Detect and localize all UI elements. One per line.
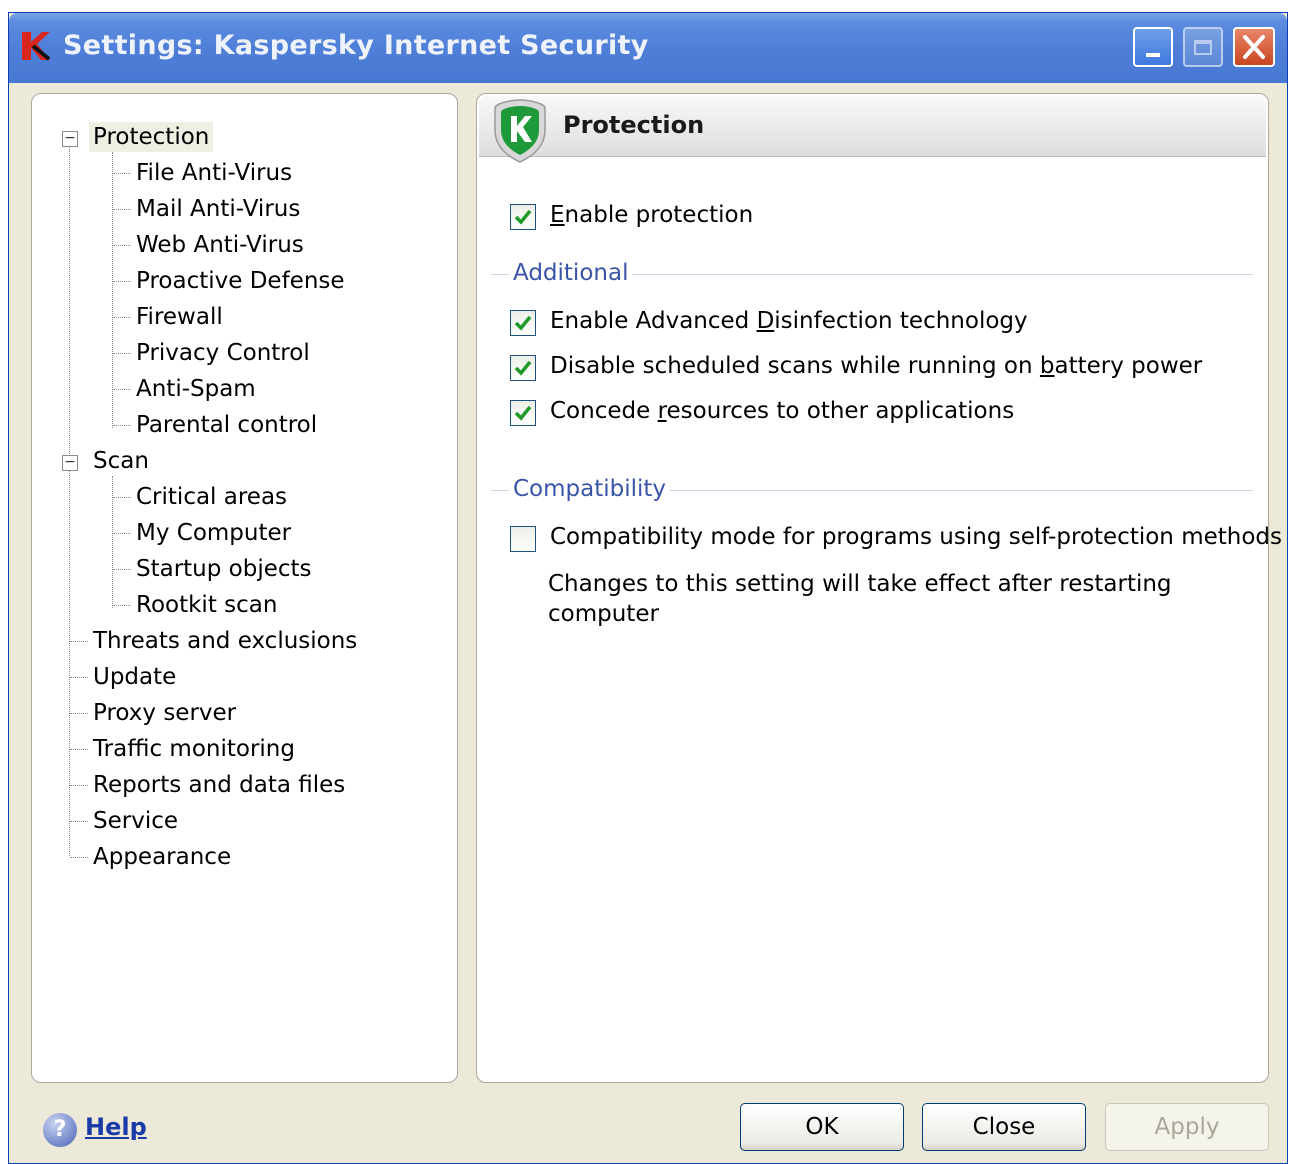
nav-item-anti-spam[interactable]: Anti-Spam bbox=[136, 374, 256, 404]
nav-item-traffic-monitoring[interactable]: Traffic monitoring bbox=[93, 734, 295, 764]
disable-scheduled-scans-checkbox[interactable] bbox=[510, 355, 536, 381]
maximize-button[interactable] bbox=[1183, 27, 1223, 67]
tree-connector bbox=[112, 476, 113, 608]
help-icon[interactable]: ? bbox=[43, 1113, 77, 1147]
check-icon bbox=[514, 315, 532, 331]
apply-button[interactable]: Apply bbox=[1105, 1103, 1269, 1151]
additional-group-label: Additional bbox=[509, 260, 633, 286]
settings-nav-panel: − − Protection File Anti-Virus Mail Anti… bbox=[31, 93, 458, 1083]
nav-item-proactive-defense[interactable]: Proactive Defense bbox=[136, 266, 345, 296]
collapse-protection-toggle[interactable]: − bbox=[62, 131, 78, 147]
nav-item-my-computer[interactable]: My Computer bbox=[136, 518, 291, 548]
advanced-disinfection-label: Enable Advanced Disinfection technology bbox=[550, 308, 1028, 334]
tree-connector bbox=[112, 152, 113, 428]
minimize-button[interactable] bbox=[1133, 27, 1173, 67]
nav-item-mail-anti-virus[interactable]: Mail Anti-Virus bbox=[136, 194, 300, 224]
concede-resources-checkbox[interactable] bbox=[510, 400, 536, 426]
nav-item-privacy-control[interactable]: Privacy Control bbox=[136, 338, 310, 368]
nav-item-critical-areas[interactable]: Critical areas bbox=[136, 482, 287, 512]
check-icon bbox=[514, 209, 532, 225]
maximize-icon bbox=[1185, 29, 1221, 65]
disable-scheduled-scans-label: Disable scheduled scans while running on… bbox=[550, 353, 1203, 379]
nav-item-threats-and-exclusions[interactable]: Threats and exclusions bbox=[93, 626, 357, 656]
close-icon bbox=[1243, 35, 1265, 59]
nav-item-reports-and-data-files[interactable]: Reports and data files bbox=[93, 770, 345, 800]
concede-resources-label: Concede resources to other applications bbox=[550, 398, 1015, 424]
nav-item-parental-control[interactable]: Parental control bbox=[136, 410, 317, 440]
kaspersky-logo-icon bbox=[22, 32, 51, 61]
section-title: Protection bbox=[563, 111, 705, 139]
nav-item-scan[interactable]: Scan bbox=[93, 446, 149, 476]
nav-item-rootkit-scan[interactable]: Rootkit scan bbox=[136, 590, 277, 620]
enable-protection-label: Enable protection bbox=[550, 202, 754, 228]
settings-window: Settings: Kaspersky Internet Security − … bbox=[8, 12, 1288, 1164]
nav-item-web-anti-virus[interactable]: Web Anti-Virus bbox=[136, 230, 304, 260]
title-bar[interactable]: Settings: Kaspersky Internet Security bbox=[9, 13, 1287, 83]
nav-item-proxy-server[interactable]: Proxy server bbox=[93, 698, 236, 728]
window-title: Settings: Kaspersky Internet Security bbox=[63, 30, 649, 61]
help-link[interactable]: Help bbox=[85, 1113, 147, 1141]
nav-item-appearance[interactable]: Appearance bbox=[93, 842, 231, 872]
compatibility-group-label: Compatibility bbox=[509, 476, 671, 502]
enable-protection-checkbox[interactable] bbox=[510, 204, 536, 230]
kaspersky-shield-icon bbox=[494, 99, 546, 163]
nav-item-firewall[interactable]: Firewall bbox=[136, 302, 223, 332]
nav-item-update[interactable]: Update bbox=[93, 662, 176, 692]
ok-button[interactable]: OK bbox=[740, 1103, 904, 1151]
restart-note: Changes to this setting will take effect… bbox=[548, 571, 1172, 627]
collapse-scan-toggle[interactable]: − bbox=[62, 455, 78, 471]
nav-item-protection[interactable]: Protection bbox=[89, 122, 214, 152]
section-header: Protection bbox=[479, 96, 1266, 163]
nav-item-file-anti-virus[interactable]: File Anti-Virus bbox=[136, 158, 292, 188]
close-button[interactable]: Close bbox=[922, 1103, 1086, 1151]
compatibility-mode-checkbox[interactable] bbox=[510, 526, 536, 552]
minimize-icon bbox=[1135, 29, 1171, 65]
check-icon bbox=[514, 405, 532, 421]
close-window-button[interactable] bbox=[1233, 27, 1275, 67]
nav-item-service[interactable]: Service bbox=[93, 806, 178, 836]
advanced-disinfection-checkbox[interactable] bbox=[510, 310, 536, 336]
check-icon bbox=[514, 360, 532, 376]
compatibility-mode-label: Compatibility mode for programs using se… bbox=[550, 524, 1283, 550]
nav-item-startup-objects[interactable]: Startup objects bbox=[136, 554, 312, 584]
